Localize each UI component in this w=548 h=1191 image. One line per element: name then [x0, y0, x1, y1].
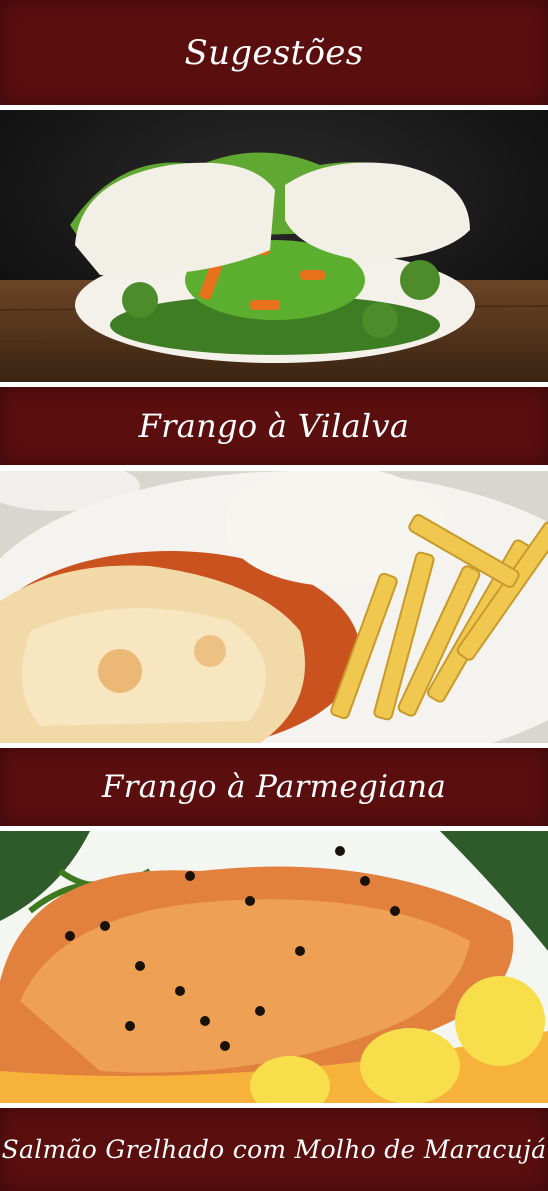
dish-banner-salmao-grelhado: Salmão Grelhado com Molho de Maracujá	[0, 1108, 548, 1191]
dish-name: Frango à Vilalva	[138, 407, 410, 445]
dish-photo-salmao-grelhado[interactable]	[0, 831, 548, 1103]
page-title: Sugestões	[184, 32, 364, 73]
dish-name: Frango à Parmegiana	[101, 769, 447, 805]
dish-banner-frango-parmegiana: Frango à Parmegiana	[0, 748, 548, 826]
dish-banner-frango-vilalva: Frango à Vilalva	[0, 387, 548, 465]
suggestions-page: Sugestões Frango à Vilalva Frango à Parm…	[0, 0, 548, 1191]
dish-photo-frango-parmegiana[interactable]	[0, 471, 548, 743]
dish-photo-frango-vilalva[interactable]	[0, 110, 548, 382]
salmao-grelhado-image	[0, 831, 548, 1103]
header-banner: Sugestões	[0, 0, 548, 105]
frango-parmegiana-image	[0, 471, 548, 743]
frango-vilalva-image	[0, 110, 548, 382]
dish-name: Salmão Grelhado com Molho de Maracujá	[1, 1135, 547, 1164]
